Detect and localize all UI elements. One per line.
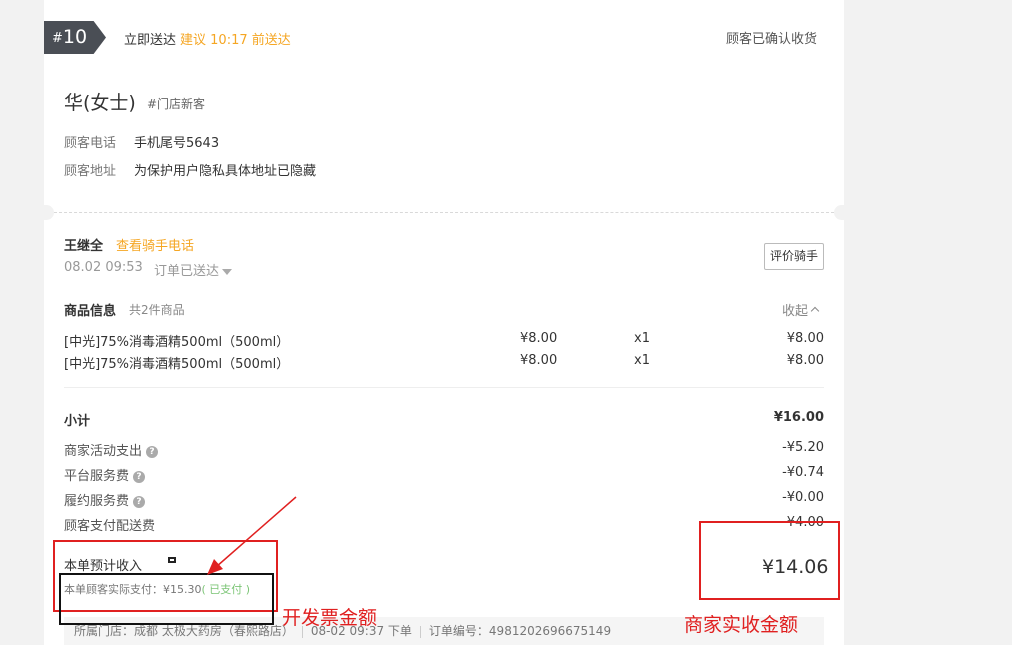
- annotation-merchant-note: 商家实收金额: [684, 614, 799, 636]
- annotation-arrow: [207, 496, 297, 575]
- annotation-invoice-note: 开发票金额: [282, 607, 378, 629]
